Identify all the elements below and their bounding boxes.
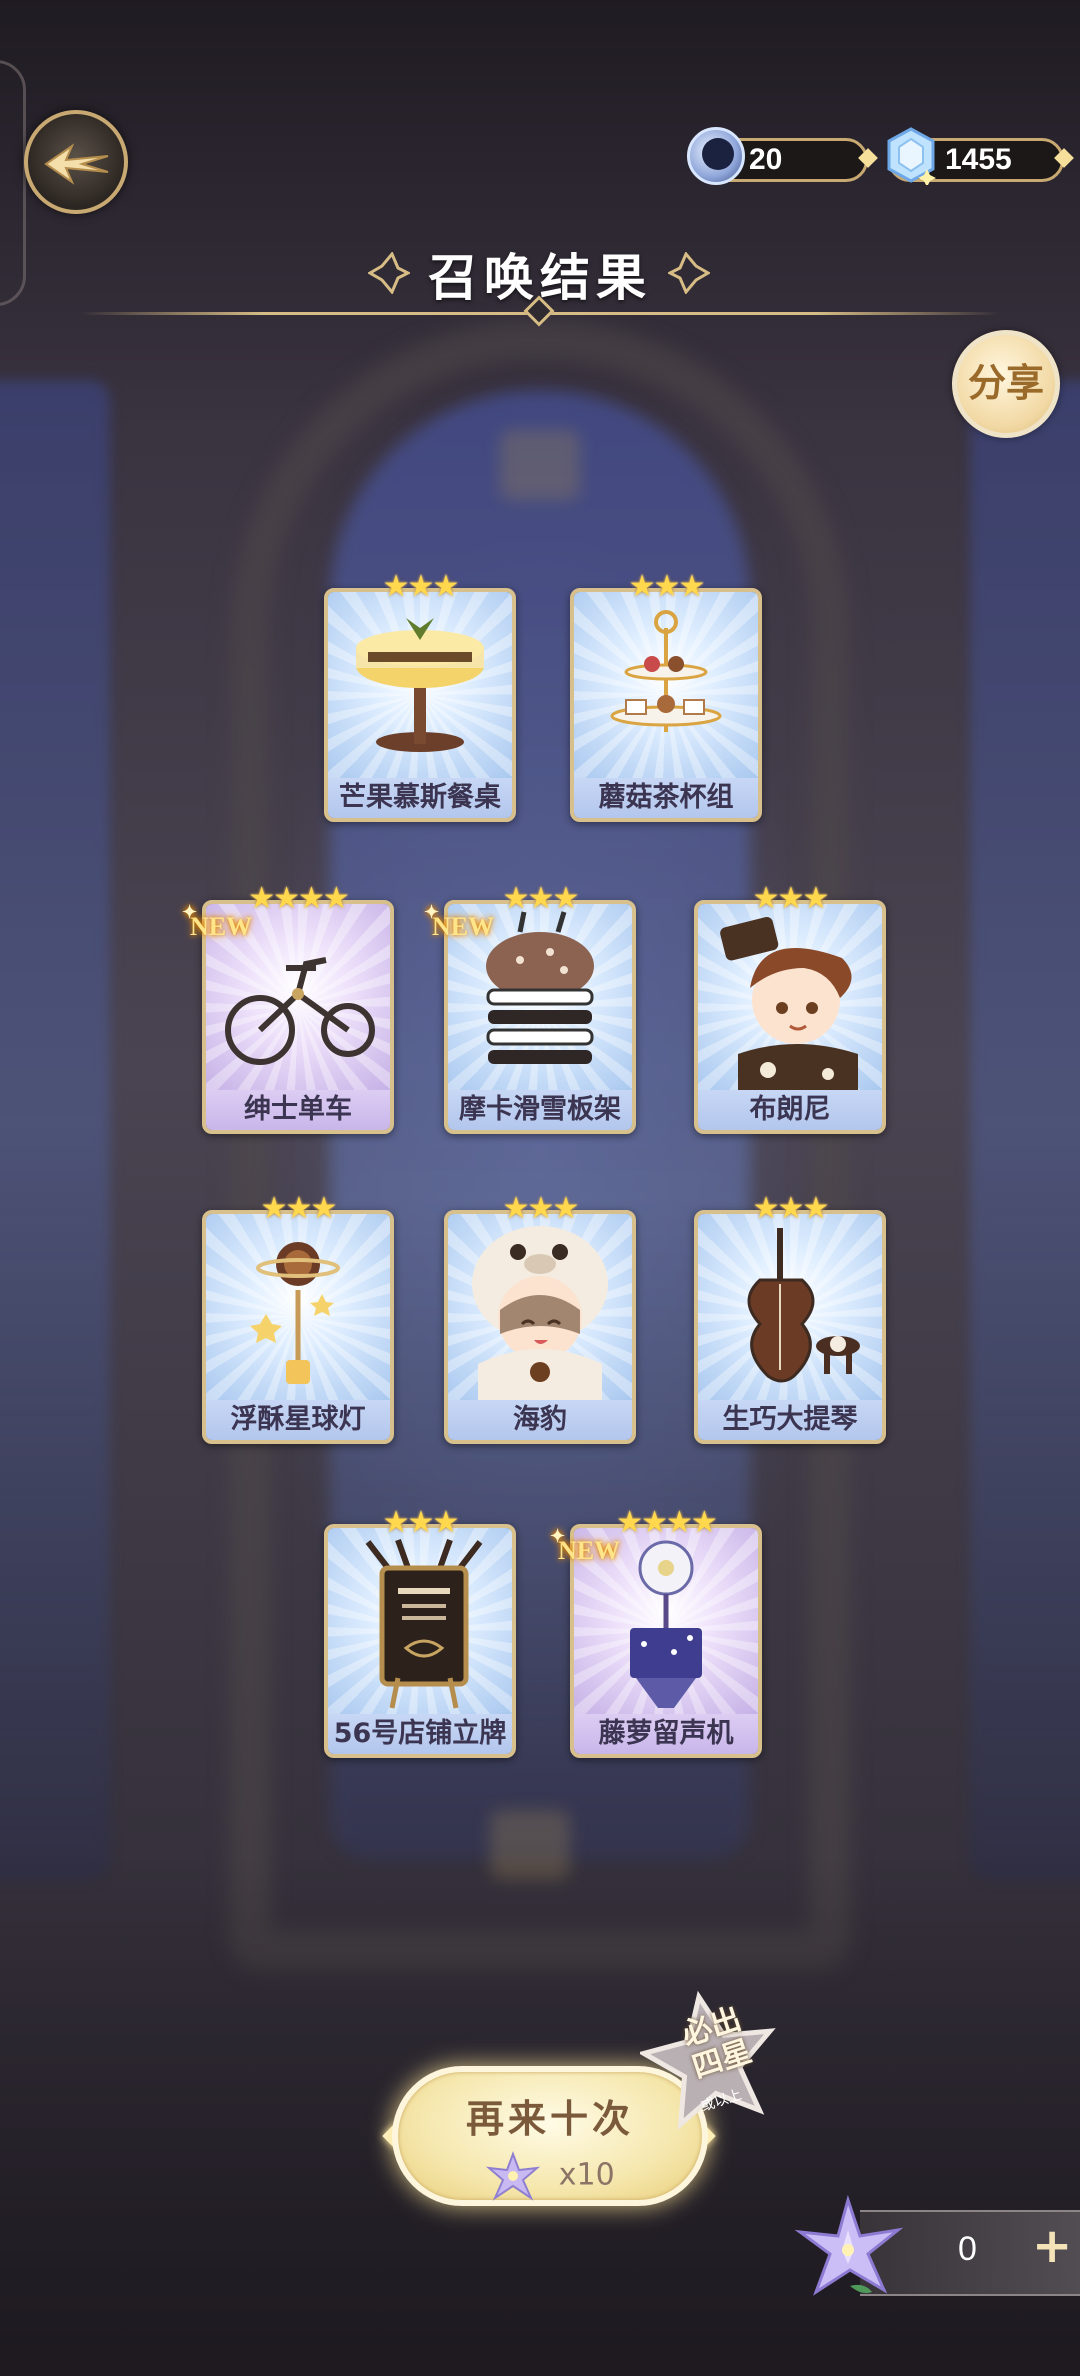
card-name: 布朗尼	[698, 1090, 882, 1130]
card-rarity-stars: ★★★	[752, 1191, 830, 1226]
result-card[interactable]: ★★★ 浮酥星球灯	[202, 1194, 394, 1444]
result-card[interactable]: ★★★★NEW 绅士单车	[182, 884, 394, 1134]
result-card[interactable]: ★★★ 海豹	[444, 1194, 636, 1444]
card-rarity-stars: ★★★	[260, 1191, 338, 1226]
card-name: 56号店铺立牌	[328, 1714, 512, 1754]
shop-sign-icon	[365, 1538, 483, 1709]
arch-ornament	[500, 430, 580, 500]
gem-currency: 1455	[887, 127, 1074, 185]
moon-currency: 20	[687, 127, 878, 185]
card-art	[574, 592, 758, 778]
left-window	[0, 380, 110, 1880]
lily-count-value: 0	[958, 2230, 977, 2268]
lily-ticket-icon	[486, 2151, 541, 2201]
card-rarity-stars: ★★★	[382, 569, 460, 604]
result-card[interactable]: ★★★ 蘑菇茶杯组	[570, 572, 762, 822]
summon-again-cost: x10	[398, 2150, 702, 2202]
back-button[interactable]	[24, 110, 128, 214]
brownie-character-icon	[720, 916, 858, 1090]
card-art	[448, 1214, 632, 1400]
result-card[interactable]: ★★★ 56号店铺立牌	[324, 1508, 516, 1758]
result-card[interactable]: ★★★★NEW 藤萝留声机	[550, 1508, 762, 1758]
cello-icon	[747, 1228, 860, 1383]
card-name: 藤萝留声机	[574, 1714, 758, 1754]
card-name: 蘑菇茶杯组	[574, 778, 758, 818]
card-rarity-stars: ★★★	[628, 569, 706, 604]
right-window	[970, 380, 1080, 1880]
lily-flower-icon	[794, 2194, 904, 2296]
card-name: 芒果慕斯餐桌	[328, 778, 512, 818]
new-badge: NEW	[550, 1526, 620, 1566]
card-art	[328, 592, 512, 778]
summon-again-cost-value: x10	[558, 2157, 615, 2193]
new-badge: NEW	[182, 902, 252, 942]
card-rarity-stars: ★★★	[502, 881, 580, 916]
background	[0, 0, 1080, 2376]
result-card[interactable]: ★★★ 芒果慕斯餐桌	[324, 572, 516, 822]
card-rarity-stars: ★★★	[752, 881, 830, 916]
result-card[interactable]: ★★★ 生巧大提琴	[694, 1194, 886, 1444]
tea-stand-icon	[610, 610, 722, 732]
mousse-table-icon	[356, 618, 484, 752]
card-art	[698, 1214, 882, 1400]
card-name: 海豹	[448, 1400, 632, 1440]
moon-icon	[687, 127, 745, 185]
planet-lamp-icon	[250, 1242, 340, 1384]
gem-currency-value: 1455	[945, 143, 1012, 176]
card-art	[328, 1528, 512, 1714]
card-name: 生巧大提琴	[698, 1400, 882, 1440]
card-art	[698, 904, 882, 1090]
share-button[interactable]: 分享	[952, 330, 1060, 438]
card-art	[206, 1214, 390, 1400]
add-lily-button[interactable]: +	[1032, 2222, 1072, 2270]
moon-currency-value: 20	[749, 143, 783, 176]
crystal-icon	[887, 127, 936, 185]
card-rarity-stars: ★★★★	[616, 1505, 718, 1540]
card-name: 绅士单车	[206, 1090, 390, 1130]
back-arrow-icon	[44, 143, 109, 185]
card-name: 浮酥星球灯	[206, 1400, 390, 1440]
card-name: 摩卡滑雪板架	[448, 1090, 632, 1130]
seal-character-icon	[472, 1226, 608, 1400]
card-rarity-stars: ★★★	[502, 1191, 580, 1226]
result-card[interactable]: ★★★ 布朗尼	[694, 884, 886, 1134]
new-badge: NEW	[424, 902, 494, 942]
result-card[interactable]: ★★★NEW 摩卡滑雪板架	[424, 884, 636, 1134]
card-rarity-stars: ★★★★	[248, 881, 350, 916]
card-rarity-stars: ★★★	[382, 1505, 460, 1540]
